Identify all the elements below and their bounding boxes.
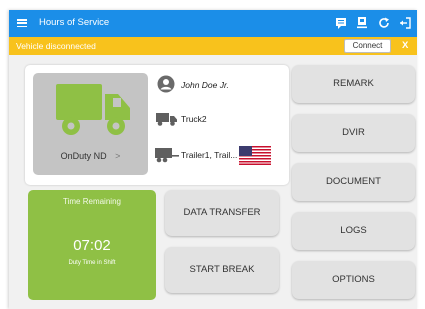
user-icon [157, 75, 175, 93]
download-icon[interactable] [355, 16, 369, 30]
duty-status-text: OnDuty ND [60, 151, 107, 161]
truck-icon [56, 84, 130, 135]
time-remaining-tile[interactable]: Time Remaining 07:02 Duty Time in Shift [28, 190, 156, 300]
app-title: Hours of Service [39, 17, 110, 28]
us-flag-icon[interactable] [239, 146, 271, 165]
remark-button[interactable]: REMARK [292, 65, 415, 103]
document-button[interactable]: DOCUMENT [292, 163, 415, 201]
options-button[interactable]: OPTIONS [292, 261, 415, 299]
duty-status-tile[interactable]: OnDuty ND > [33, 73, 148, 175]
trailer-icon [155, 148, 179, 163]
time-remaining-title: Time Remaining [63, 197, 121, 206]
banner-message: Vehicle disconnected [16, 41, 96, 51]
close-banner-button[interactable]: X [402, 40, 408, 51]
dvir-button[interactable]: DVIR [292, 114, 415, 152]
chevron-right-icon: > [115, 151, 121, 161]
vehicle-icon [156, 113, 177, 126]
connection-banner: Vehicle disconnected Connect X [9, 37, 417, 55]
connect-button[interactable]: Connect [344, 39, 391, 53]
logs-button[interactable]: LOGS [292, 212, 415, 250]
driver-name: John Doe Jr. [181, 80, 229, 90]
logout-icon[interactable] [398, 16, 412, 30]
start-break-button[interactable]: START BREAK [165, 247, 279, 293]
vehicle-name: Truck2 [181, 114, 207, 124]
chat-icon[interactable] [334, 16, 348, 30]
data-transfer-button[interactable]: DATA TRANSFER [165, 190, 279, 236]
menu-icon[interactable] [17, 19, 27, 28]
refresh-icon[interactable] [377, 16, 391, 30]
duty-status-label: OnDuty ND > [33, 151, 148, 161]
trailer-list: Trailer1, Trail... [181, 150, 238, 160]
time-remaining-value: 07:02 [73, 237, 111, 254]
app-header: Hours of Service [9, 10, 417, 37]
time-remaining-subtitle: Duty Time in Shift [68, 260, 116, 266]
